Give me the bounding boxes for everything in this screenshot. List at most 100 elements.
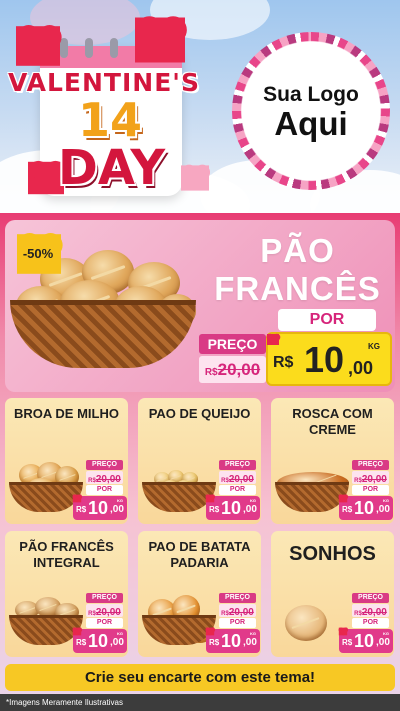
preco-label: PREÇO — [352, 593, 389, 603]
old-price-currency: R$ — [221, 611, 229, 617]
product-image — [9, 583, 83, 649]
valentines-number: 14 — [78, 93, 143, 147]
preco-label: PREÇO — [219, 460, 256, 470]
product-name: SONHOS — [289, 543, 376, 565]
por-label: POR — [352, 618, 389, 628]
new-price-currency: R$ — [342, 638, 353, 647]
new-price-integer: 10 — [88, 498, 109, 518]
preco-label: PREÇO — [86, 460, 123, 470]
old-price: R$20,00 — [352, 471, 389, 485]
valentines-day: DAY — [58, 140, 166, 196]
heart-icon — [205, 494, 215, 503]
old-price-value: 20,00 — [217, 360, 261, 379]
new-price-decimal: ,00 — [110, 637, 124, 648]
old-price-currency: R$ — [354, 611, 362, 617]
heart-icon — [181, 165, 209, 191]
product-name: ROSCA COM CREME — [292, 406, 373, 437]
heart-icon — [267, 334, 279, 345]
new-price-decimal: ,00 — [376, 637, 390, 648]
old-price: R$20,00 — [86, 471, 123, 485]
price-unit: KG — [368, 342, 380, 351]
old-price-value: 20,00 — [228, 607, 254, 618]
old-price-value: 20,00 — [95, 474, 121, 485]
product-name: BROA DE MILHO — [14, 406, 119, 421]
por-label: POR — [86, 618, 123, 628]
product-name: PÃO FRANCÊS INTEGRAL — [19, 539, 114, 570]
new-price-decimal: ,00 — [110, 504, 124, 515]
new-price-decimal: ,00 — [243, 637, 257, 648]
product-card: BROA DE MILHO PREÇO R$20,00 POR R$ 10 ,0… — [5, 398, 128, 524]
price-unit: KG — [250, 631, 256, 636]
heart-icon — [16, 26, 60, 66]
new-price-currency: R$ — [273, 354, 294, 371]
old-price-value: 20,00 — [361, 474, 387, 485]
logo-text-line1: Sua Logo — [263, 82, 359, 106]
cta-banner[interactable]: Crie seu encarte com este tema! — [5, 664, 395, 691]
por-label: POR — [219, 618, 256, 628]
new-price-currency: R$ — [76, 638, 87, 647]
old-price-value: 20,00 — [361, 607, 387, 618]
por-label: POR — [219, 485, 256, 495]
product-image — [142, 583, 216, 649]
product-card: PAO DE QUEIJO PREÇO R$20,00 POR R$ 10 ,0… — [138, 398, 261, 524]
preco-label: PREÇO — [352, 460, 389, 470]
heart-icon — [205, 627, 215, 636]
price-unit: KG — [250, 498, 256, 503]
old-price: R$20,00 — [199, 356, 266, 383]
new-price-integer: 10 — [88, 631, 109, 651]
old-price-value: 20,00 — [95, 607, 121, 618]
preco-label: PREÇO — [219, 593, 256, 603]
heart-icon — [72, 494, 82, 503]
old-price-currency: R$ — [88, 611, 96, 617]
new-price-integer: 10 — [354, 631, 375, 651]
product-card: SONHOS PREÇO R$20,00 POR R$ 10 ,00 KG — [271, 531, 394, 657]
por-label: POR — [86, 485, 123, 495]
logo-badge: Sua Logo Aqui — [232, 32, 390, 190]
heart-icon — [135, 17, 185, 63]
new-price-integer: 10 — [221, 498, 242, 518]
price-unit: KG — [383, 631, 389, 636]
price-unit: KG — [117, 498, 123, 503]
product-image — [9, 450, 83, 516]
new-price-integer: 10 — [221, 631, 242, 651]
product-image — [142, 450, 216, 516]
old-price: R$20,00 — [219, 604, 256, 618]
por-label: POR — [352, 485, 389, 495]
new-price-integer: 10 — [354, 498, 375, 518]
old-price-currency: R$ — [354, 478, 362, 484]
new-price-currency: R$ — [209, 505, 220, 514]
preco-label: PREÇO — [86, 593, 123, 603]
product-image — [275, 450, 349, 516]
old-price-currency: R$ — [88, 478, 96, 484]
preco-label: PREÇO — [199, 334, 266, 354]
product-name: PAO DE BATATA PADARIA — [148, 539, 251, 570]
old-price-value: 20,00 — [228, 474, 254, 485]
new-price-decimal: ,00 — [376, 504, 390, 515]
price-unit: KG — [117, 631, 123, 636]
old-price-currency: R$ — [221, 478, 229, 484]
product-card: ROSCA COM CREME PREÇO R$20,00 POR R$ 10 … — [271, 398, 394, 524]
logo-text-line2: Aqui — [274, 104, 348, 142]
old-price: R$20,00 — [219, 471, 256, 485]
new-price-currency: R$ — [76, 505, 87, 514]
featured-name-line1: PÃO — [260, 232, 335, 269]
heart-icon — [72, 627, 82, 636]
heart-icon — [338, 627, 348, 636]
discount-text: -50% — [22, 246, 54, 261]
featured-name-line2: FRANCÊS — [214, 270, 381, 307]
product-name: PAO DE QUEIJO — [148, 406, 251, 421]
old-price: R$20,00 — [86, 604, 123, 618]
new-price-integer: 10 — [304, 339, 345, 380]
featured-product-name: PÃO FRANCÊS — [200, 232, 395, 308]
product-image — [275, 583, 349, 649]
header-banner: VALENTINE'S 14 DAY Sua Logo Aqui — [0, 0, 400, 215]
new-price-decimal: ,00 — [243, 504, 257, 515]
disclaimer: *Imagens Meramente Ilustrativas — [0, 694, 400, 711]
new-price-decimal: ,00 — [348, 358, 374, 378]
heart-icon — [338, 494, 348, 503]
old-price-currency: R$ — [204, 367, 218, 378]
product-card: PAO DE BATATA PADARIA PREÇO R$20,00 POR … — [138, 531, 261, 657]
por-label: POR — [278, 309, 376, 331]
old-price: R$20,00 — [352, 604, 389, 618]
new-price-currency: R$ — [342, 505, 353, 514]
